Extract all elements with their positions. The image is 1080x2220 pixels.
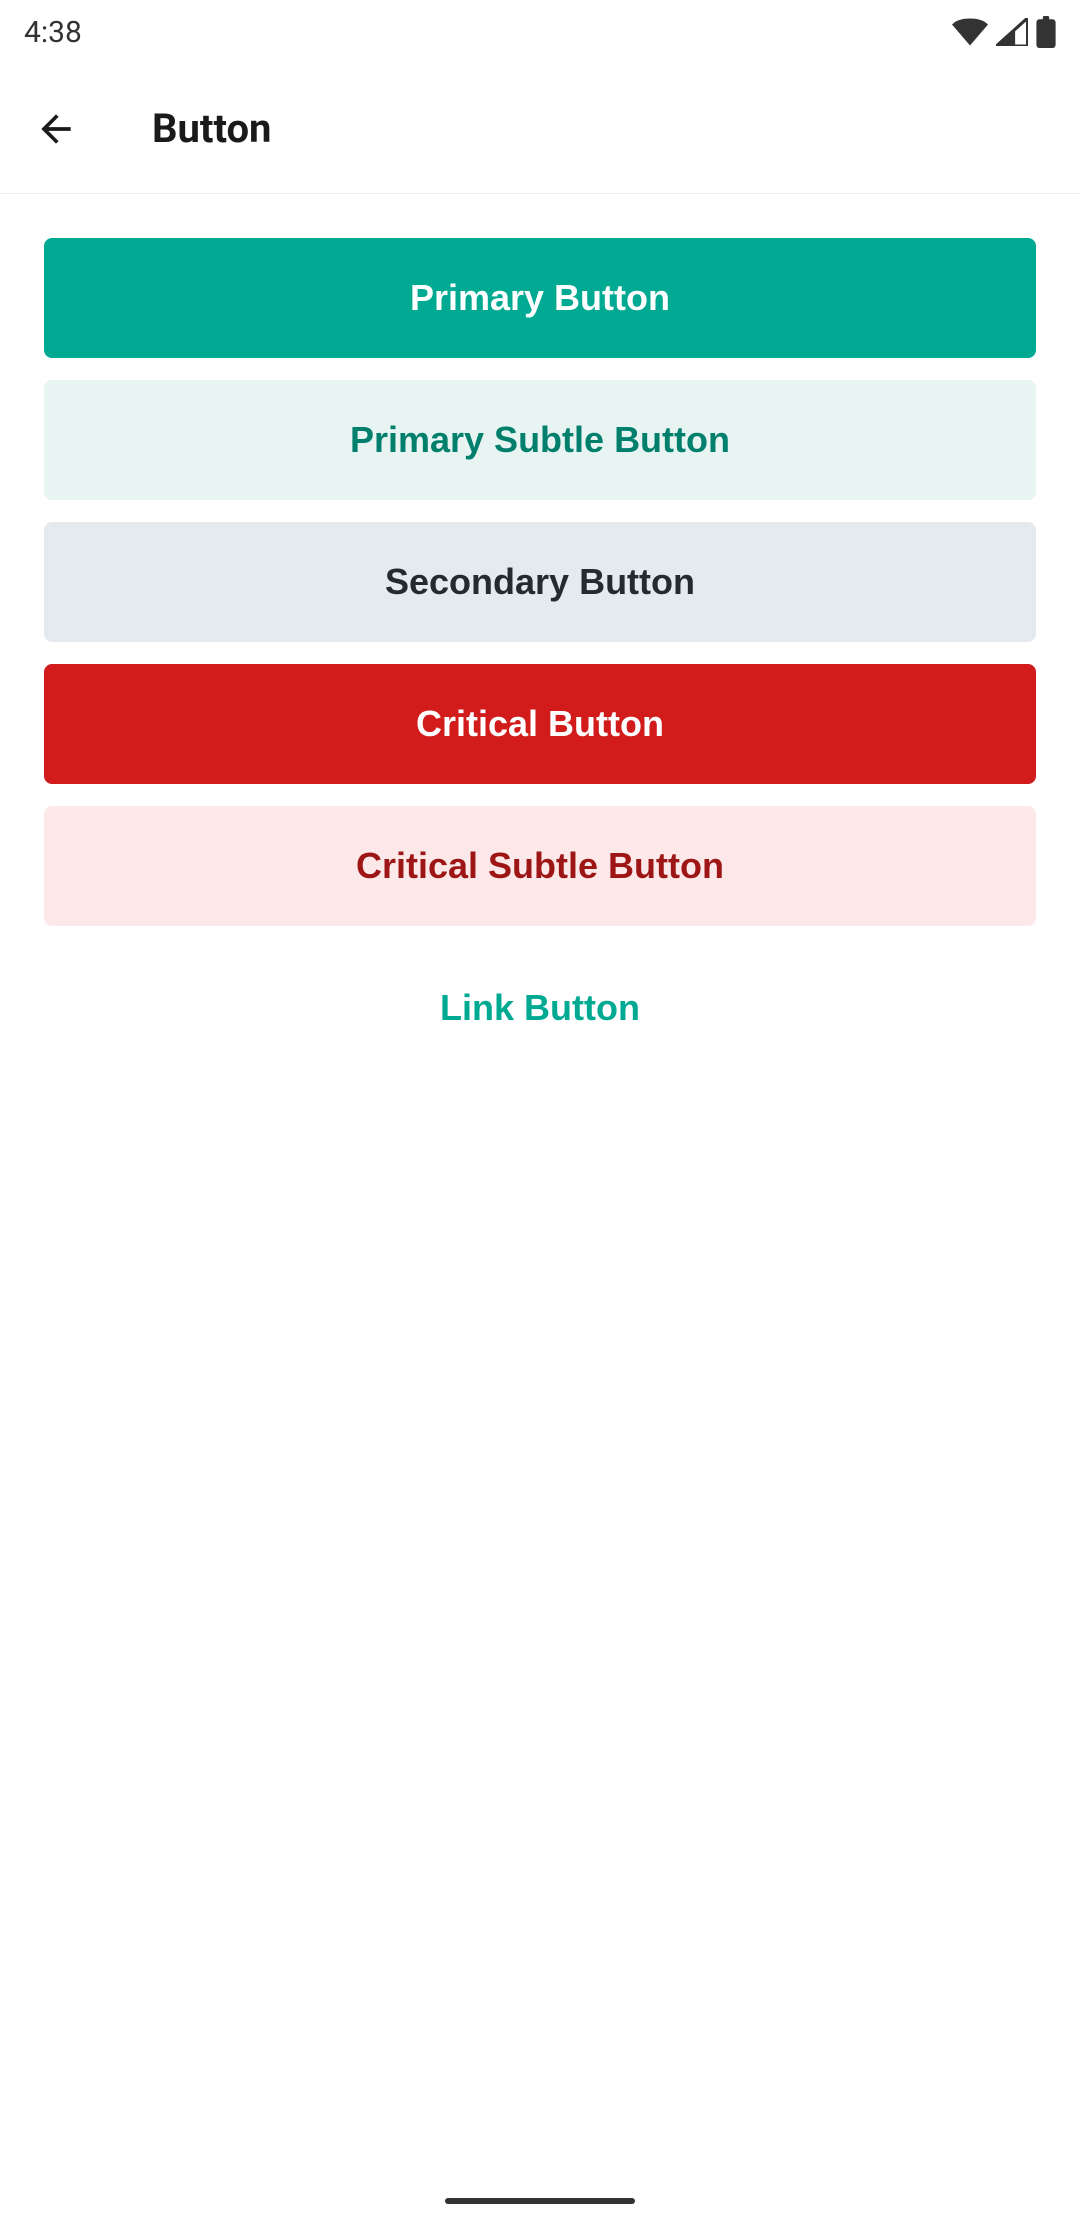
secondary-button[interactable]: Secondary Button xyxy=(44,522,1036,642)
secondary-button-label: Secondary Button xyxy=(385,561,695,603)
primary-subtle-button[interactable]: Primary Subtle Button xyxy=(44,380,1036,500)
link-button-label: Link Button xyxy=(440,987,640,1029)
back-button[interactable] xyxy=(24,97,88,161)
arrow-back-icon xyxy=(34,107,78,151)
critical-subtle-button-label: Critical Subtle Button xyxy=(356,845,724,887)
cellular-icon xyxy=(996,18,1028,46)
link-button[interactable]: Link Button xyxy=(44,948,1036,1068)
critical-subtle-button[interactable]: Critical Subtle Button xyxy=(44,806,1036,926)
primary-subtle-button-label: Primary Subtle Button xyxy=(350,419,730,461)
critical-button-label: Critical Button xyxy=(416,703,664,745)
status-time: 4:38 xyxy=(24,15,82,50)
battery-icon xyxy=(1036,16,1056,48)
app-bar: Button xyxy=(0,64,1080,194)
content: Primary Button Primary Subtle Button Sec… xyxy=(0,194,1080,1134)
primary-button-label: Primary Button xyxy=(410,277,670,319)
wifi-icon xyxy=(952,18,988,46)
status-icons xyxy=(952,16,1056,48)
status-bar: 4:38 xyxy=(0,0,1080,64)
primary-button[interactable]: Primary Button xyxy=(44,238,1036,358)
page-title: Button xyxy=(152,105,271,152)
home-indicator[interactable] xyxy=(445,2198,635,2204)
critical-button[interactable]: Critical Button xyxy=(44,664,1036,784)
